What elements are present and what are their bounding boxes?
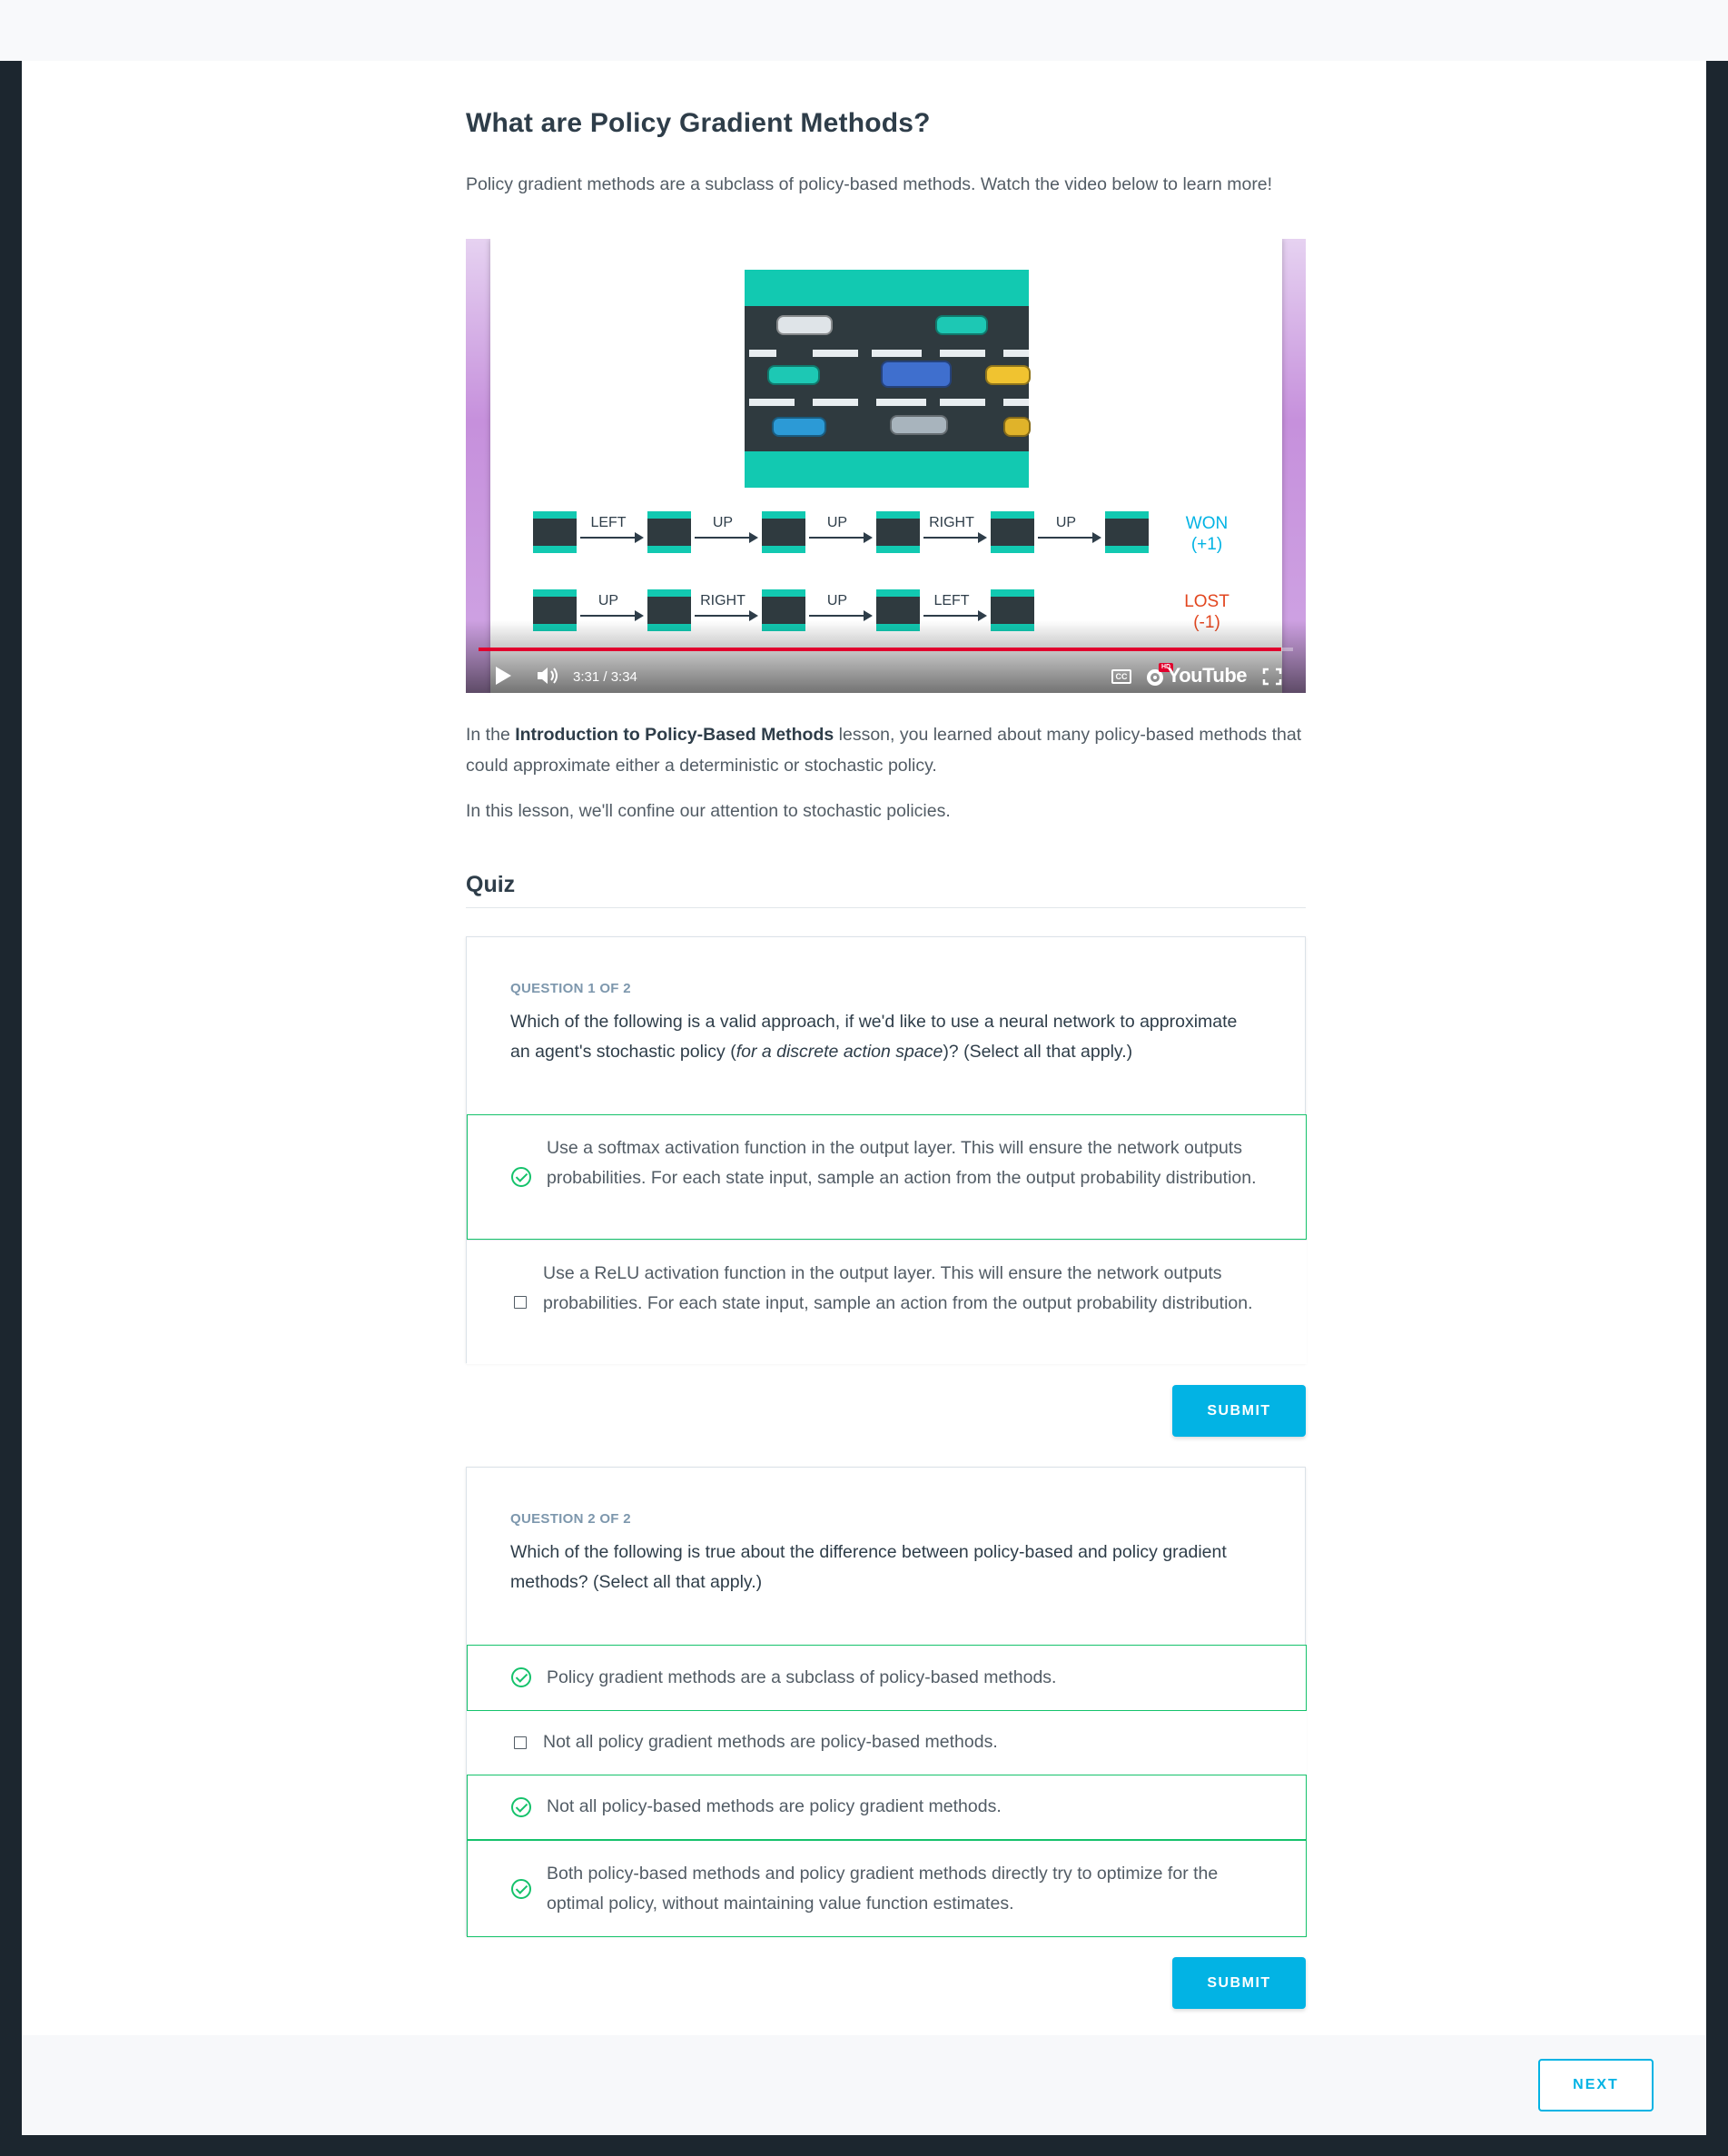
state-thumbnail: [647, 511, 691, 553]
checkbox-icon[interactable]: [514, 1296, 527, 1309]
divider: [466, 907, 1306, 908]
youtube-logo[interactable]: YouTube: [1168, 664, 1248, 687]
outcome-won: WON (+1): [1185, 514, 1229, 554]
next-button[interactable]: NEXT: [1538, 2059, 1654, 2111]
body-paragraph: In the Introduction to Policy-Based Meth…: [466, 725, 1302, 776]
checked-circle-icon: [511, 1667, 531, 1687]
state-thumbnail: [1105, 511, 1149, 553]
question-card-1: QUESTION 1 OF 2 Which of the following i…: [466, 936, 1307, 1364]
question-number: QUESTION 2 OF 2: [510, 1511, 631, 1527]
body-paragraph: In this lesson, we'll confine our attent…: [466, 801, 951, 821]
action-label: UP: [826, 515, 848, 530]
action-label: UP: [597, 593, 619, 608]
video-progress-bar[interactable]: [479, 648, 1293, 651]
answer-option[interactable]: Not all policy-based methods are policy …: [467, 1775, 1307, 1840]
car-icon: [776, 315, 833, 335]
video-player[interactable]: LEFT UP UP RIGHT UP WON (+1) UP RIGHT UP…: [466, 239, 1306, 693]
checked-circle-icon: [511, 1797, 531, 1817]
lesson-reference: Introduction to Policy-Based Methods: [515, 725, 834, 745]
captions-icon[interactable]: CC: [1111, 669, 1131, 684]
state-thumbnail: [762, 511, 805, 553]
quiz-heading: Quiz: [466, 872, 516, 897]
lesson-title: What are Policy Gradient Methods?: [466, 108, 931, 138]
action-label: UP: [712, 515, 734, 530]
intro-paragraph: Policy gradient methods are a subclass o…: [466, 174, 1273, 194]
top-strip: [0, 0, 1728, 61]
car-icon: [1003, 417, 1031, 437]
action-label: RIGHT: [929, 515, 974, 530]
answer-option[interactable]: Not all policy gradient methods are poli…: [467, 1711, 1307, 1775]
state-thumbnail: [533, 511, 577, 553]
play-icon[interactable]: [493, 665, 513, 687]
trajectory-won: LEFT UP UP RIGHT UP WON (+1): [466, 511, 1306, 557]
state-thumbnail: [991, 511, 1034, 553]
lesson-panel: What are Policy Gradient Methods? Policy…: [22, 61, 1706, 2035]
lesson-footer: [22, 2035, 1706, 2135]
submit-button[interactable]: SUBMIT: [1172, 1385, 1306, 1437]
volume-icon[interactable]: [536, 666, 561, 686]
car-icon: [890, 415, 948, 435]
answer-option[interactable]: Both policy-based methods and policy gra…: [467, 1840, 1307, 1937]
road-illustration: [745, 270, 1031, 488]
question-text: Which of the following is true about the…: [510, 1542, 1227, 1592]
action-label: LEFT: [590, 515, 627, 530]
car-icon: [772, 417, 826, 437]
car-icon: [767, 365, 820, 385]
car-icon: [935, 315, 988, 335]
action-label: LEFT: [933, 593, 970, 608]
action-label: RIGHT: [700, 593, 746, 608]
submit-button[interactable]: SUBMIT: [1172, 1957, 1306, 2009]
action-label: UP: [1055, 515, 1077, 530]
checked-circle-icon: [511, 1879, 531, 1899]
question-card-2: QUESTION 2 OF 2 Which of the following i…: [466, 1467, 1307, 1937]
state-thumbnail: [876, 511, 920, 553]
question-number: QUESTION 1 OF 2: [510, 981, 631, 996]
car-icon: [985, 365, 1031, 385]
video-progress-fill: [479, 648, 1281, 651]
answer-option[interactable]: Use a ReLU activation function in the ou…: [467, 1240, 1307, 1364]
fullscreen-icon[interactable]: [1262, 668, 1282, 686]
agent-car-icon: [881, 361, 952, 388]
checkbox-icon[interactable]: [514, 1736, 527, 1749]
question-text: Which of the following is a valid approa…: [510, 1012, 1238, 1062]
video-time: 3:31 / 3:34: [573, 669, 637, 685]
answer-option[interactable]: Policy gradient methods are a subclass o…: [467, 1645, 1307, 1711]
answer-option[interactable]: Use a softmax activation function in the…: [467, 1114, 1307, 1240]
checked-circle-icon: [511, 1167, 531, 1187]
action-label: UP: [826, 593, 848, 608]
